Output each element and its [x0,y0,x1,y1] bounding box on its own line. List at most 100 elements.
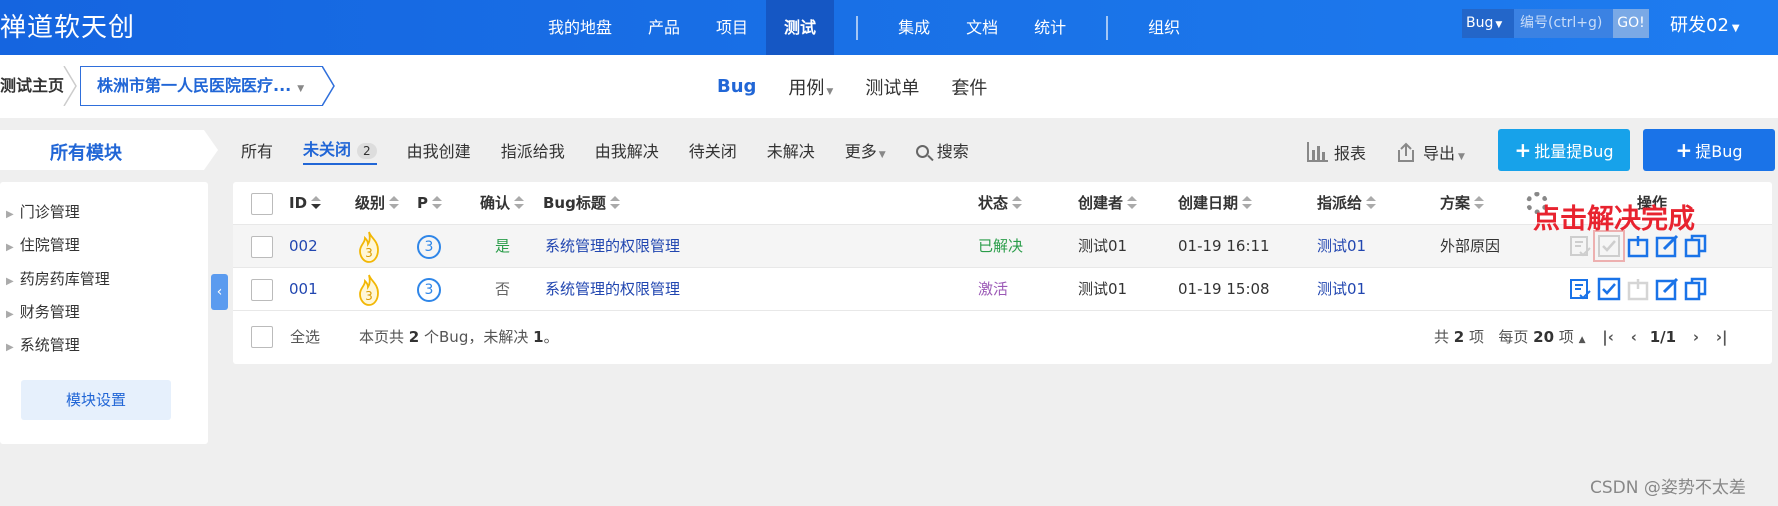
bar-chart-icon [1307,142,1328,162]
row-checkbox[interactable] [251,279,273,301]
module-title: 所有模块 [50,143,122,164]
status-badge: 激活 [978,280,1009,298]
breadcrumb-product[interactable]: 株洲市第一人民医院医疗... ▼ [80,66,323,106]
confirm-bug-icon[interactable] [1568,234,1592,258]
priority-cell: 3 [417,268,441,311]
bug-id[interactable]: 001 [289,268,318,311]
bug-title-link[interactable]: 系统管理的权限管理 [545,268,680,311]
chevron-right-icon: ▶ [6,276,14,287]
prev-page-icon[interactable]: ‹ [1631,328,1637,346]
col-confirmed[interactable]: 确认 [480,182,525,225]
create-bug-button[interactable]: + 提Bug [1643,129,1775,171]
confirm-bug-icon[interactable] [1568,277,1592,301]
copy-bug-icon[interactable] [1684,277,1708,301]
col-title[interactable]: Bug标题 [543,182,620,225]
edit-bug-icon[interactable] [1655,234,1679,258]
col-status[interactable]: 状态 [978,182,1023,225]
severity-flame-icon: 3 [359,231,379,263]
row-actions [1568,230,1713,262]
filter-resolved-by-me[interactable]: 由我解决 [595,138,659,162]
nav-test[interactable]: 测试 [766,0,835,55]
filter-more[interactable]: 更多 ▼ [845,138,886,162]
nav-project[interactable]: 项目 [698,0,766,55]
filter-all[interactable]: 所有 [241,138,273,162]
search-id-input[interactable]: 编号(ctrl+g) [1514,9,1613,38]
page-summary: 本页共 2 个Bug，未解决 1。 [359,328,559,346]
nav-stat[interactable]: 统计 [1016,0,1084,55]
assigned-to-link[interactable]: 测试01 [1317,268,1366,311]
brand-logo[interactable]: 禅道软天创 [0,7,135,44]
subnav-case[interactable]: 用例 ▼ [788,74,833,100]
module-item[interactable]: ▶ 财务管理 [6,301,80,322]
search-icon [915,145,929,158]
select-all-label[interactable]: 全选 [290,311,320,364]
search-go-button[interactable]: GO! [1613,9,1649,38]
select-all-checkbox[interactable] [251,193,273,215]
test-subnav: Bug 用例 ▼ 测试单 套件 [717,55,1019,118]
module-item[interactable]: ▶ 住院管理 [6,234,80,255]
sidebar-collapse-icon[interactable]: ‹ [211,274,228,310]
col-severity[interactable]: 级别 [355,182,400,225]
resolve-bug-icon[interactable] [1593,230,1625,262]
col-id[interactable]: ID [289,182,322,225]
filter-assigned-to-me[interactable]: 指派给我 [501,138,565,162]
subnav-testtask[interactable]: 测试单 [865,74,919,100]
nav-my[interactable]: 我的地盘 [530,0,630,55]
footer-select-all-checkbox[interactable] [251,326,273,348]
report-button[interactable]: 报表 [1306,140,1366,164]
edit-bug-icon[interactable] [1655,277,1679,301]
first-page-icon[interactable]: |‹ [1602,328,1614,346]
module-item[interactable]: ▶ 系统管理 [6,334,80,355]
opened-by-cell: 测试01 [1078,280,1128,298]
filter-to-close[interactable]: 待关闭 [689,138,737,162]
export-icon [1398,142,1414,162]
filter-unresolved[interactable]: 未解决 [767,138,815,162]
export-button[interactable]: 导出 ▼ [1395,140,1465,164]
module-item[interactable]: ▶ 门诊管理 [6,201,80,222]
sort-icon [1127,196,1138,210]
chevron-right-icon: ▶ [6,242,14,253]
bug-id[interactable]: 002 [289,225,318,268]
filter-search[interactable]: 搜索 [915,138,969,162]
sort-icon [311,196,322,210]
nav-doc[interactable]: 文档 [948,0,1016,55]
last-page-icon[interactable]: ›| [1716,328,1728,346]
col-assigned-to[interactable]: 指派给 [1317,182,1377,225]
status-badge: 已解决 [978,237,1024,255]
per-page-select[interactable]: 每页 20 项 ▲ [1498,328,1585,346]
close-bug-icon[interactable] [1626,234,1650,258]
bug-title-link[interactable]: 系统管理的权限管理 [545,225,680,268]
col-resolution[interactable]: 方案 [1440,182,1485,225]
module-settings-button[interactable]: 模块设置 [21,380,171,420]
batch-create-bug-button[interactable]: + 批量提Bug [1498,129,1630,171]
chevron-right-icon: ▶ [6,309,14,320]
priority-badge: 3 [417,235,441,259]
nav-product[interactable]: 产品 [630,0,698,55]
nav-org[interactable]: 组织 [1130,0,1198,55]
sort-icon [609,196,620,210]
module-item[interactable]: ▶ 药房药库管理 [6,268,110,289]
subnav-suite[interactable]: 套件 [951,74,987,100]
copy-bug-icon[interactable] [1684,234,1708,258]
filter-unclosed[interactable]: 未关闭 2 [303,136,377,165]
row-checkbox[interactable] [251,236,273,258]
close-bug-icon[interactable] [1626,277,1650,301]
nav-ci[interactable]: 集成 [880,0,948,55]
next-page-icon[interactable]: › [1693,328,1699,346]
module-header[interactable]: 所有模块 [0,130,204,170]
col-opened-by[interactable]: 创建者 [1078,182,1138,225]
assigned-to-link[interactable]: 测试01 [1317,225,1366,268]
col-opened-date[interactable]: 创建日期 [1178,182,1253,225]
nav-divider [856,15,859,40]
resolve-bug-icon[interactable] [1597,277,1621,301]
table-footer: 全选 本页共 2 个Bug，未解决 1。 共 2 项 每页 20 项 ▲ |‹ … [233,311,1772,364]
col-pri[interactable]: P [417,182,442,225]
filter-created-by-me[interactable]: 由我创建 [407,138,471,162]
opened-date-cell: 01-19 15:08 [1178,280,1270,298]
table-row[interactable]: 001 3 3 否 系统管理的权限管理 激活 测试01 01-19 15:08 … [233,268,1772,311]
search-type-select[interactable]: Bug ▼ [1462,9,1514,38]
subnav-bug[interactable]: Bug [717,76,756,97]
chevron-down-icon: ▼ [1495,20,1503,30]
user-menu[interactable]: 研发02 ▼ [1670,11,1740,37]
user-name: 研发02 [1670,15,1729,36]
